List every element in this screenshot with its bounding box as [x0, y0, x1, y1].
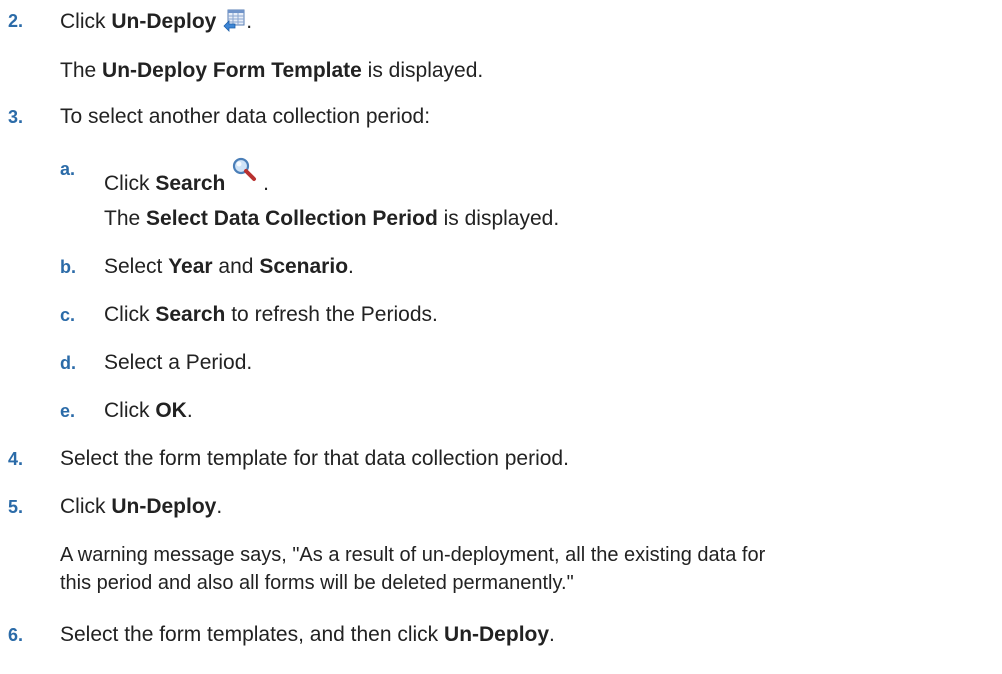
step-number: 6. [8, 625, 24, 645]
step-text-part: . [348, 255, 354, 278]
step-text-part: . [257, 172, 269, 195]
substep-text: Click OK. [104, 398, 193, 424]
result-text: The [104, 207, 147, 230]
result-text: is displayed. [361, 59, 484, 82]
substep-text: Select a Period. [104, 351, 253, 374]
result-text: is displayed. [437, 207, 560, 230]
step-text-part: . [549, 623, 555, 646]
step-number: 5. [8, 497, 24, 517]
step-text-part: Select the form templates, and then clic… [60, 623, 445, 646]
ui-term: Search [155, 172, 226, 195]
undeploy-icon [222, 8, 246, 39]
step-text: Click Un-Deploy. [60, 494, 222, 520]
step-text-part: and [212, 255, 260, 278]
step-number: 2. [8, 11, 24, 31]
warning-text-line: this period and also all forms will be d… [60, 572, 574, 594]
step-text-part: Select [104, 255, 169, 278]
step-text: To select another data collection period… [60, 105, 431, 128]
step-text-part: Click [104, 172, 156, 195]
ui-term: Un-Deploy Form Template [102, 59, 362, 82]
substep-text: Select Year and Scenario. [104, 254, 354, 280]
ui-term: Year [168, 255, 213, 278]
substep-text: Click Search . [104, 156, 269, 197]
substep-letter: b. [60, 257, 76, 277]
substep-text: Click Search to refresh the Periods. [104, 302, 438, 328]
substep-letter: c. [60, 305, 76, 325]
step-text: Click Un-Deploy . [60, 8, 252, 39]
step-text-part: Click [60, 495, 112, 518]
substep-letter: a. [60, 159, 76, 179]
substep-letter: e. [60, 401, 76, 421]
step-text: Select the form template for that data c… [60, 447, 569, 470]
warning-text-line: A warning message says, "As a result of … [60, 544, 766, 566]
step-text: Select the form templates, and then clic… [60, 622, 555, 648]
step-text-part: . [216, 495, 223, 518]
step-text-part: to refresh the Periods. [225, 303, 438, 326]
ui-term: OK [155, 399, 187, 422]
ui-term: Search [155, 303, 226, 326]
ui-term: Un-Deploy [111, 495, 217, 518]
step-text-part: . [186, 399, 193, 422]
ui-term: Un-Deploy [444, 623, 550, 646]
substep-letter: d. [60, 353, 76, 373]
step-number: 4. [8, 449, 24, 469]
ui-term: Scenario [259, 255, 349, 278]
search-icon [231, 156, 257, 189]
step-text-part: Click [104, 399, 156, 422]
step-text-part: Click [104, 303, 156, 326]
result-text: The [60, 59, 103, 82]
step-number: 3. [8, 107, 24, 127]
substep-result: The Select Data Collection Period is dis… [104, 206, 559, 232]
ui-term: Select Data Collection Period [146, 207, 438, 230]
step-result: The Un-Deploy Form Template is displayed… [60, 58, 483, 84]
step-text-part: Click [60, 10, 112, 33]
step-text-part: . [246, 10, 253, 33]
ui-term: Un-Deploy [111, 10, 217, 33]
